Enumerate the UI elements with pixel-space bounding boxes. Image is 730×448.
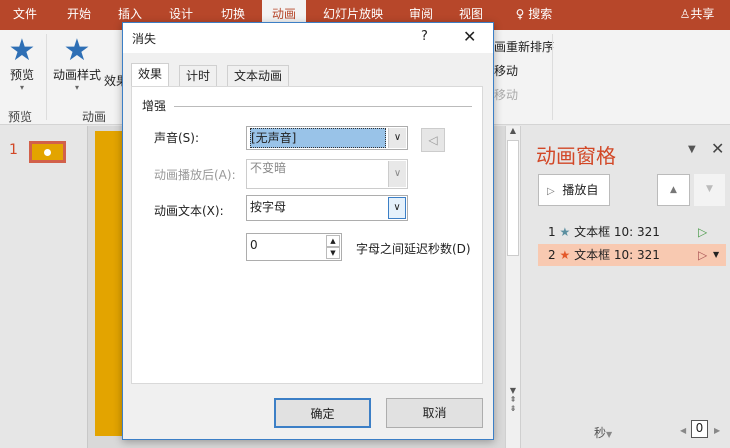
star-icon: ★: [559, 225, 571, 239]
share-button[interactable]: ♙共享: [672, 0, 722, 30]
delay-label: 字母之间延迟秒数(D): [356, 242, 471, 256]
star-icon: ★: [63, 33, 91, 68]
animation-styles-button[interactable]: ★ 动画样式 ▾: [52, 33, 102, 93]
play-trigger-icon: ▷: [698, 225, 708, 239]
tab-home[interactable]: 开始: [60, 0, 98, 30]
seconds-label: 秒: [594, 426, 607, 440]
delay-value: 0: [250, 238, 258, 252]
increment-icon[interactable]: ▲: [326, 235, 340, 247]
anim-style-label: 动画样式: [52, 68, 101, 82]
chevron-down-icon: ∨: [388, 197, 406, 219]
move-down-button[interactable]: ▼: [694, 174, 725, 206]
play-icon: ▷: [547, 186, 555, 197]
play-from-label: 播放自: [562, 183, 599, 197]
scroll-thumb[interactable]: [507, 140, 519, 256]
effect-options-dialog: 消失 ? ✕ 效果 计时 文本动画 增强 声音(S): [无声音] ∨ ◁ 动画…: [122, 22, 494, 440]
preview-button[interactable]: ★ 预览 ▾: [6, 33, 38, 93]
item-name: 文本框 10: 321: [574, 225, 660, 239]
animation-marker-icon: [44, 149, 51, 156]
after-animation-value: 不变暗: [250, 161, 287, 175]
decrement-icon[interactable]: ▼: [326, 247, 340, 259]
pane-options-icon[interactable]: ▼: [688, 144, 696, 155]
move-up-button[interactable]: ▲: [657, 174, 690, 206]
star-icon: ★: [559, 248, 571, 262]
animation-group-label: 动画: [82, 110, 107, 124]
animation-item-selected[interactable]: 2 ★ 文本框 10: 321 ▷ ▼: [538, 244, 726, 266]
search-label: 搜索: [528, 7, 553, 21]
animate-text-value: 按字母: [250, 200, 287, 214]
tab-effect[interactable]: 效果: [131, 63, 170, 87]
preview-group-label: 预览: [8, 110, 33, 124]
item-number: 1: [548, 225, 556, 239]
animation-pane: 动画窗格 ▼ ✕ ▷ 播放自 ▲ ▼ 1 ★ 文本框 10: 321 ▷ 2 ★…: [520, 126, 730, 448]
sound-label: 声音(S):: [154, 131, 200, 145]
tab-timing[interactable]: 计时: [179, 65, 218, 87]
divider: [552, 34, 553, 120]
item-number: 2: [548, 248, 556, 262]
star-play-icon: ★: [8, 33, 36, 68]
vertical-scrollbar[interactable]: ▲ ▼ ⇞ ⇟: [505, 126, 520, 448]
zoom-right-icon[interactable]: ▶: [714, 426, 720, 435]
close-icon[interactable]: ✕: [711, 139, 724, 158]
after-animation-select[interactable]: 不变暗 ∨: [246, 159, 408, 189]
section-divider: [174, 106, 472, 107]
animation-item[interactable]: 1 ★ 文本框 10: 321 ▷: [538, 221, 726, 243]
animate-text-label: 动画文本(X):: [154, 204, 224, 218]
animate-text-select[interactable]: 按字母 ∨: [246, 195, 408, 221]
speaker-icon[interactable]: ◁: [421, 128, 445, 152]
section-enhancements: 增强: [142, 99, 167, 113]
slide-thumbnails-pane: 1: [0, 126, 88, 448]
after-animation-label: 动画播放后(A):: [154, 168, 236, 182]
slide-thumbnail[interactable]: [29, 141, 66, 163]
search-button[interactable]: ♀ 搜索: [510, 0, 558, 30]
play-trigger-icon: ▷: [698, 248, 708, 262]
divider: [46, 34, 47, 120]
slide-number: 1: [9, 142, 18, 158]
close-button[interactable]: ✕: [463, 27, 476, 46]
share-label: 共享: [690, 7, 715, 21]
zoom-left-icon[interactable]: ◀: [680, 426, 686, 435]
delay-stepper[interactable]: 0 ▲ ▼: [246, 233, 342, 261]
sound-select[interactable]: [无声音] ∨: [246, 126, 408, 150]
chevron-down-icon: ∨: [388, 161, 406, 187]
sound-value: [无声音]: [250, 128, 386, 148]
seconds-dropdown[interactable]: 秒▼: [594, 424, 612, 441]
tab-text-animation[interactable]: 文本动画: [227, 65, 290, 87]
tab-file[interactable]: 文件: [8, 0, 42, 30]
dialog-title: 消失: [132, 32, 157, 46]
chevron-down-icon: ∨: [388, 128, 406, 148]
help-button[interactable]: ?: [421, 29, 428, 44]
effect-panel: 增强 声音(S): [无声音] ∨ ◁ 动画播放后(A): 不变暗 ∨ 动画文本…: [131, 86, 483, 384]
cancel-button[interactable]: 取消: [386, 398, 483, 428]
user-icon: ♙: [679, 7, 691, 21]
slide-canvas[interactable]: [95, 131, 125, 436]
lightbulb-icon: ♀: [515, 7, 525, 21]
pane-title: 动画窗格: [536, 144, 616, 168]
dialog-title-bar: 消失 ? ✕: [123, 23, 493, 53]
play-from-button[interactable]: ▷ 播放自: [538, 174, 610, 206]
timeline-zoom-value: 0: [691, 420, 708, 438]
ok-button[interactable]: 确定: [274, 398, 371, 428]
item-name: 文本框 10: 321: [574, 248, 660, 262]
dropdown-icon[interactable]: ▼: [713, 244, 719, 266]
preview-label: 预览: [9, 68, 34, 82]
scroll-down-icon[interactable]: ▼ ⇞ ⇟: [506, 386, 520, 413]
